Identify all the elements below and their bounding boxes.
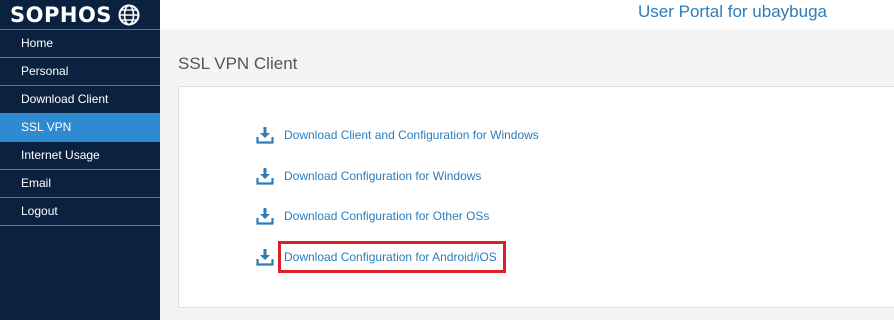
download-config-windows-link[interactable]: Download Configuration for Windows: [256, 165, 481, 187]
download-config-android-ios-link[interactable]: Download Configuration for Android/iOS: [256, 246, 497, 268]
sidebar-item-personal[interactable]: Personal: [0, 57, 160, 85]
sidebar-item-email[interactable]: Email: [0, 169, 160, 197]
top-bar: User Portal for ubaybuga: [160, 0, 894, 29]
sophos-logo[interactable]: SOPHOS: [0, 0, 160, 29]
main-content: SSL VPN Client Download Client and Confi…: [160, 29, 894, 320]
downloads-panel: Download Client and Configuration for Wi…: [178, 86, 894, 308]
sidebar-item-download-client[interactable]: Download Client: [0, 85, 160, 113]
download-link-label: Download Client and Configuration for Wi…: [284, 128, 539, 142]
download-icon: [256, 208, 274, 225]
download-icon: [256, 168, 274, 185]
portal-title: User Portal for ubaybuga: [638, 2, 827, 21]
globe-icon: [118, 4, 140, 25]
page-title: SSL VPN Client: [178, 54, 298, 73]
download-icon: [256, 127, 274, 144]
download-client-config-windows-link[interactable]: Download Client and Configuration for Wi…: [256, 124, 539, 146]
download-link-label: Download Configuration for Other OSs: [284, 209, 490, 223]
sidebar-item-home[interactable]: Home: [0, 29, 160, 57]
logo-text: SOPHOS: [10, 2, 112, 27]
download-link-label: Download Configuration for Windows: [284, 169, 482, 183]
download-config-other-os-link[interactable]: Download Configuration for Other OSs: [256, 205, 489, 227]
download-link-label: Download Configuration for Android/iOS: [284, 250, 497, 264]
sidebar-item-logout[interactable]: Logout: [0, 197, 160, 226]
download-icon: [256, 249, 274, 266]
sidebar: SOPHOS Home Personal Download Client SSL…: [0, 0, 160, 320]
sidebar-item-ssl-vpn[interactable]: SSL VPN: [0, 113, 160, 141]
sidebar-item-internet-usage[interactable]: Internet Usage: [0, 141, 160, 169]
